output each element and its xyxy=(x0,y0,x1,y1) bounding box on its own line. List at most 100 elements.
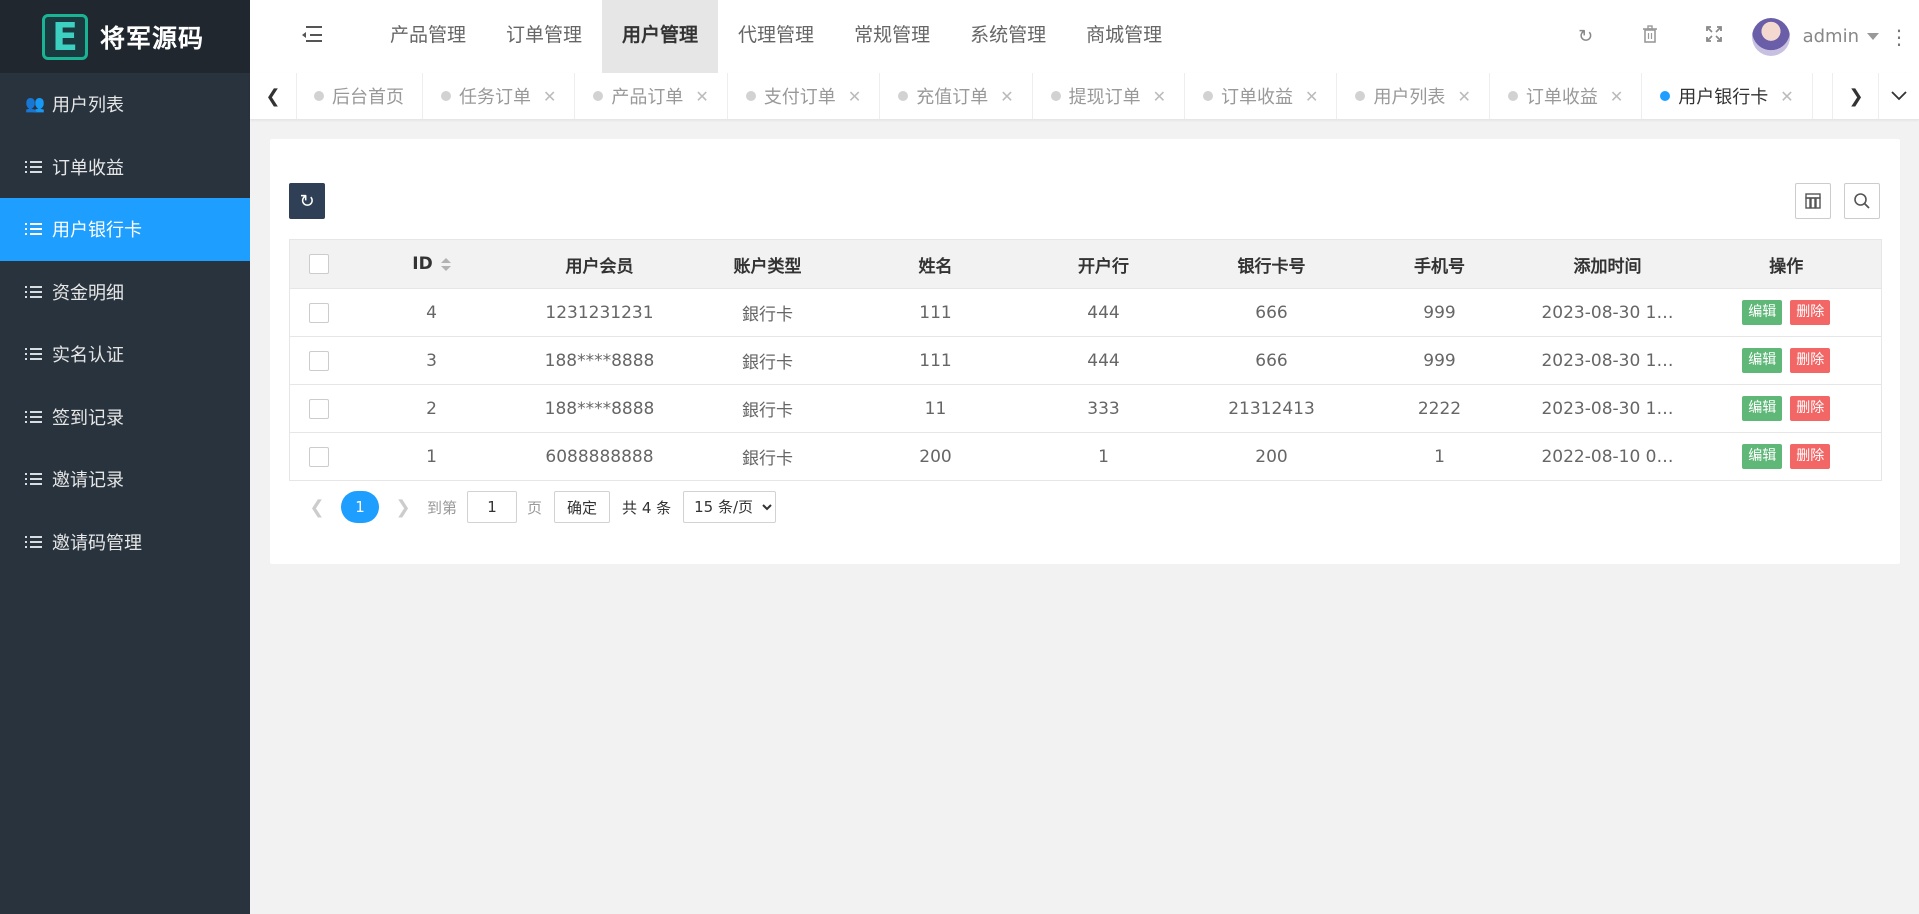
tab-product-orders[interactable]: 产品订单 ✕ xyxy=(575,73,728,119)
close-icon[interactable]: ✕ xyxy=(1305,87,1318,106)
list-icon xyxy=(25,473,42,486)
tab-home[interactable]: 后台首页 xyxy=(296,73,423,119)
nav-general-management[interactable]: 常规管理 xyxy=(834,0,950,73)
tab-withdraw-orders[interactable]: 提现订单 ✕ xyxy=(1033,73,1186,119)
tab-task-orders[interactable]: 任务订单 ✕ xyxy=(423,73,576,119)
row-checkbox[interactable] xyxy=(308,302,329,323)
tab-user-bank-card[interactable]: 用户银行卡 ✕ xyxy=(1642,73,1813,119)
sort-icon[interactable] xyxy=(440,257,451,271)
cell-card-number: 666 xyxy=(1187,288,1356,337)
delete-button[interactable]: 删除 xyxy=(1790,348,1831,373)
edit-button[interactable]: 编辑 xyxy=(1742,444,1783,469)
total-count: 共 4 条 xyxy=(622,498,672,517)
nav-system-management[interactable]: 系统管理 xyxy=(950,0,1066,73)
sidebar-item-order-income[interactable]: 订单收益 xyxy=(0,136,250,199)
cell-actions: 编辑 删除 xyxy=(1691,432,1882,481)
nav-user-management[interactable]: 用户管理 xyxy=(602,0,719,73)
sidebar-toggle-icon[interactable] xyxy=(302,26,322,44)
cell-bank: 444 xyxy=(1019,288,1188,337)
chevron-left-icon[interactable]: ❮ xyxy=(250,73,297,119)
close-icon[interactable]: ✕ xyxy=(1610,87,1623,106)
trash-icon[interactable] xyxy=(1618,25,1682,48)
select-all-checkbox[interactable] xyxy=(308,254,329,274)
column-header-name: 姓名 xyxy=(851,239,1020,289)
more-vertical-icon[interactable]: ⋮ xyxy=(1879,25,1919,49)
delete-button[interactable]: 删除 xyxy=(1790,396,1831,421)
row-checkbox[interactable] xyxy=(308,350,329,371)
cell-account-type: 銀行卡 xyxy=(683,336,852,385)
list-icon xyxy=(25,410,42,423)
tab-order-income-2[interactable]: 订单收益 ✕ xyxy=(1490,73,1643,119)
cell-phone: 999 xyxy=(1355,336,1524,385)
sidebar-item-checkin-records[interactable]: 签到记录 xyxy=(0,386,250,449)
nav-product-management[interactable]: 产品管理 xyxy=(370,0,486,73)
cell-member: 6088888888 xyxy=(515,432,684,481)
fullscreen-icon[interactable] xyxy=(1682,26,1746,47)
cell-added-time: 2023-08-30 1… xyxy=(1523,288,1692,337)
refresh-icon[interactable]: ↻ xyxy=(1554,26,1618,47)
cell-phone: 2222 xyxy=(1355,384,1524,433)
row-checkbox[interactable] xyxy=(308,398,329,419)
column-header-actions: 操作 xyxy=(1691,239,1882,289)
sidebar-item-user-list[interactable]: 👥 用户列表 xyxy=(0,73,250,136)
page-size-select[interactable]: 15 条/页 xyxy=(683,491,777,523)
tab-label: 充值订单 xyxy=(916,87,989,108)
columns-filter-icon[interactable] xyxy=(1795,183,1831,219)
pagination: ❮ 1 ❯ 到第 页 确定 共 4 条 15 条/页 xyxy=(303,491,777,523)
chevron-right-icon[interactable]: ❯ xyxy=(1832,73,1879,119)
close-icon[interactable]: ✕ xyxy=(1457,87,1470,106)
next-page-icon[interactable]: ❯ xyxy=(389,497,417,518)
user-menu[interactable]: admin xyxy=(1751,17,1879,56)
sidebar-item-invite-records[interactable]: 邀请记录 xyxy=(0,448,250,511)
cell-card-number: 200 xyxy=(1187,432,1356,481)
delete-button[interactable]: 删除 xyxy=(1790,300,1831,325)
sidebar-item-invite-code-management[interactable]: 邀请码管理 xyxy=(0,511,250,574)
sidebar-item-real-name-auth[interactable]: 实名认证 xyxy=(0,323,250,386)
goto-page-input[interactable] xyxy=(467,491,518,523)
tab-recharge-orders[interactable]: 充值订单 ✕ xyxy=(880,73,1033,119)
cell-phone: 999 xyxy=(1355,288,1524,337)
close-icon[interactable]: ✕ xyxy=(695,87,708,106)
edit-button[interactable]: 编辑 xyxy=(1742,300,1783,325)
close-icon[interactable]: ✕ xyxy=(848,87,861,106)
header-tools: ↻ admin ⋮ xyxy=(1554,0,1919,73)
cell-account-type: 銀行卡 xyxy=(683,384,852,433)
list-icon xyxy=(25,348,42,361)
tab-label: 订单收益 xyxy=(1525,87,1598,108)
search-icon[interactable] xyxy=(1844,183,1880,219)
tab-order-income[interactable]: 订单收益 ✕ xyxy=(1185,73,1338,119)
row-checkbox[interactable] xyxy=(308,446,329,467)
tab-label: 用户银行卡 xyxy=(1678,87,1769,108)
dot-icon xyxy=(1660,91,1671,101)
close-icon[interactable]: ✕ xyxy=(543,87,556,106)
table-refresh-button[interactable]: ↻ xyxy=(289,183,325,219)
cell-name: 111 xyxy=(851,288,1020,337)
nav-order-management[interactable]: 订单管理 xyxy=(486,0,602,73)
close-icon[interactable]: ✕ xyxy=(1153,87,1166,106)
logo[interactable]: E 将军源码 xyxy=(0,0,250,73)
column-header-bank: 开户行 xyxy=(1019,239,1188,289)
sidebar-item-label: 邀请码管理 xyxy=(52,532,142,554)
confirm-button[interactable]: 确定 xyxy=(554,491,611,523)
prev-page-icon[interactable]: ❮ xyxy=(303,497,331,518)
edit-button[interactable]: 编辑 xyxy=(1742,348,1783,373)
delete-button[interactable]: 删除 xyxy=(1790,444,1831,469)
current-page[interactable]: 1 xyxy=(341,491,379,523)
dot-icon xyxy=(745,91,756,101)
close-icon[interactable]: ✕ xyxy=(1780,87,1793,106)
sidebar-item-label: 签到记录 xyxy=(52,407,124,429)
column-header-id[interactable]: ID xyxy=(347,239,516,289)
cell-added-time: 2023-08-30 1… xyxy=(1523,384,1692,433)
cell-id: 1 xyxy=(347,432,516,481)
dot-icon xyxy=(1203,91,1214,101)
bank-card-table: ID 用户会员 账户类型 姓名 开户行 银行卡号 手机号 添加时间 操作 4 1… xyxy=(289,239,1882,481)
nav-agent-management[interactable]: 代理管理 xyxy=(718,0,834,73)
sidebar-item-fund-details[interactable]: 资金明细 xyxy=(0,261,250,324)
sidebar-item-user-bank-card[interactable]: 用户银行卡 xyxy=(0,198,250,261)
tab-payment-orders[interactable]: 支付订单 ✕ xyxy=(728,73,881,119)
chevron-down-icon[interactable] xyxy=(1878,73,1919,119)
nav-mall-management[interactable]: 商城管理 xyxy=(1066,0,1182,73)
edit-button[interactable]: 编辑 xyxy=(1742,396,1783,421)
close-icon[interactable]: ✕ xyxy=(1000,87,1013,106)
tab-user-list[interactable]: 用户列表 ✕ xyxy=(1337,73,1490,119)
